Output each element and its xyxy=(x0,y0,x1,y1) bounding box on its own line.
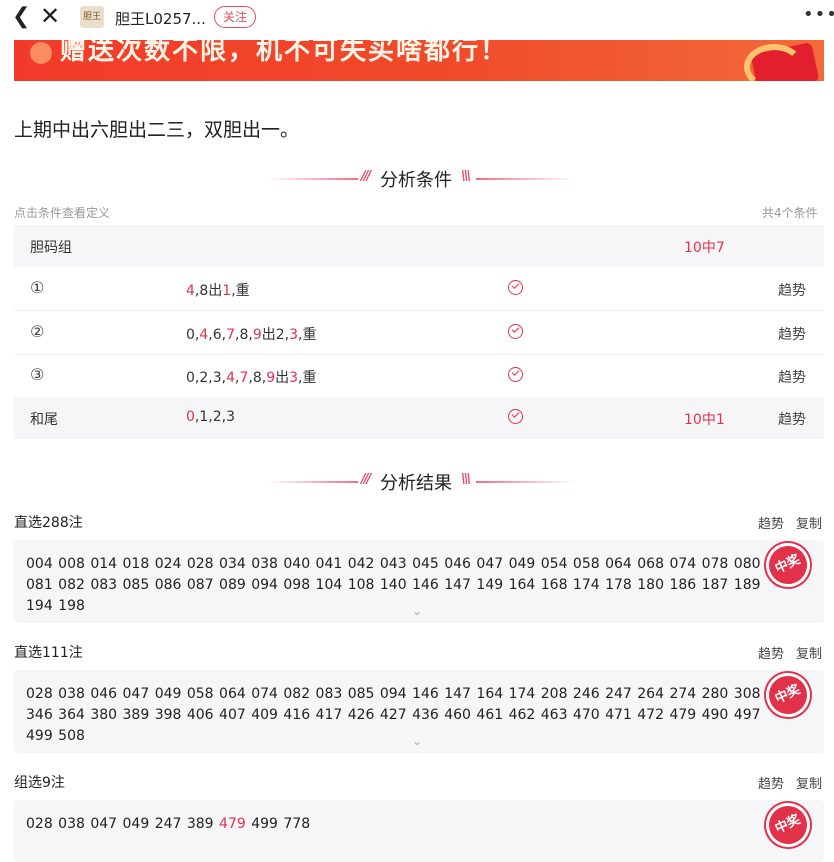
condition-value: 4,8出1,重 xyxy=(186,283,250,299)
close-icon[interactable]: ✕ xyxy=(40,4,60,28)
condition-row[interactable]: ① 4,8出1,重 趋势 xyxy=(14,268,824,311)
condition-index: ③ xyxy=(30,365,45,384)
conditions-count: 共4个条件 xyxy=(762,206,818,220)
decor-slash-icon: /// xyxy=(361,472,371,487)
conditions-heading-text: 分析条件 xyxy=(380,170,452,191)
condition-index: ① xyxy=(30,278,45,297)
condition-row[interactable]: 和尾 0,1,2,3 10中1 趋势 xyxy=(14,397,824,439)
condition-value: 0,2,3,4,7,8,9出3,重 xyxy=(186,370,317,386)
chevron-down-icon[interactable]: ⌄ xyxy=(412,734,422,748)
check-circle-icon xyxy=(508,280,523,295)
back-icon[interactable]: ❮ xyxy=(12,6,30,28)
trend-link[interactable]: 趋势 xyxy=(758,643,784,662)
condition-row[interactable]: ③ 0,2,3,4,7,8,9出3,重 趋势 xyxy=(14,355,824,397)
top-bar: ❮ ✕ 胆王 胆王L0257... 关注 ••• xyxy=(0,0,834,34)
check-circle-icon xyxy=(508,367,523,382)
decor-slash-icon: \\\ xyxy=(461,472,471,487)
result-group-header: 直选111注 趋势 复制 xyxy=(14,642,824,662)
condition-row[interactable]: ② 0,4,6,7,8,9出2,3,重 趋势 xyxy=(14,312,824,355)
copy-button[interactable]: 复制 xyxy=(796,773,822,792)
trend-link[interactable]: 趋势 xyxy=(778,367,806,387)
trend-link[interactable]: 趋势 xyxy=(758,513,784,532)
trend-link[interactable]: 趋势 xyxy=(758,773,784,792)
result-numbers-box: 028 038 047 049 247 389 479 499 778 xyxy=(14,800,824,862)
follow-button[interactable]: 关注 xyxy=(214,6,256,28)
condition-group-rate: 10中7 xyxy=(684,240,725,256)
copy-button[interactable]: 复制 xyxy=(796,513,822,532)
more-icon[interactable]: ••• xyxy=(803,4,834,25)
condition-index: ② xyxy=(30,322,45,341)
condition-value: 0,4,6,7,8,9出2,3,重 xyxy=(186,327,317,343)
check-circle-icon xyxy=(508,409,523,424)
result-numbers: 028 038 046 047 049 058 064 074 082 083 … xyxy=(26,686,761,744)
result-group-label: 直选288注 xyxy=(14,515,83,531)
intro-text: 上期中出六胆出二三，双胆出一。 xyxy=(14,119,300,141)
conditions-hint[interactable]: 点击条件查看定义 xyxy=(14,204,110,221)
results-heading: /// 分析结果 \\\ xyxy=(0,469,834,495)
trend-link[interactable]: 趋势 xyxy=(778,324,806,344)
promo-banner[interactable]: 赠送次数不限，机不可失买啥都行！ xyxy=(14,40,824,81)
result-numbers-box: 028 038 046 047 049 058 064 074 082 083 … xyxy=(14,670,824,753)
result-group-header: 直选288注 趋势 复制 xyxy=(14,512,824,532)
coin-icon xyxy=(30,42,52,64)
condition-value: 0,1,2,3 xyxy=(186,409,235,425)
result-group-label: 直选111注 xyxy=(14,645,83,661)
conditions-heading: /// 分析条件 \\\ xyxy=(0,166,834,192)
condition-group-row[interactable]: 胆码组 10中7 xyxy=(14,225,824,267)
check-circle-icon xyxy=(508,324,523,339)
copy-button[interactable]: 复制 xyxy=(796,643,822,662)
gift-icon xyxy=(654,40,824,81)
decor-slash-icon: /// xyxy=(361,169,371,184)
result-group-header: 组选9注 趋势 复制 xyxy=(14,772,824,792)
trend-link[interactable]: 趋势 xyxy=(778,280,806,300)
page-title: 胆王L0257... xyxy=(115,10,206,28)
result-numbers: 028 038 047 049 247 389 479 499 778 xyxy=(26,816,311,832)
decor-slash-icon: \\\ xyxy=(461,169,471,184)
result-numbers-box: 004 008 014 018 024 028 034 038 040 041 … xyxy=(14,540,824,623)
result-group-label: 组选9注 xyxy=(14,775,65,791)
result-numbers: 004 008 014 018 024 028 034 038 040 041 … xyxy=(26,556,761,614)
condition-name: 和尾 xyxy=(30,412,58,428)
trend-link[interactable]: 趋势 xyxy=(778,409,806,429)
results-heading-text: 分析结果 xyxy=(380,473,452,494)
avatar[interactable]: 胆王 xyxy=(80,6,104,28)
chevron-down-icon[interactable]: ⌄ xyxy=(412,604,422,618)
condition-group-name: 胆码组 xyxy=(30,240,72,256)
banner-text: 赠送次数不限，机不可失买啥都行！ xyxy=(60,40,509,66)
condition-rate: 10中1 xyxy=(684,412,725,428)
